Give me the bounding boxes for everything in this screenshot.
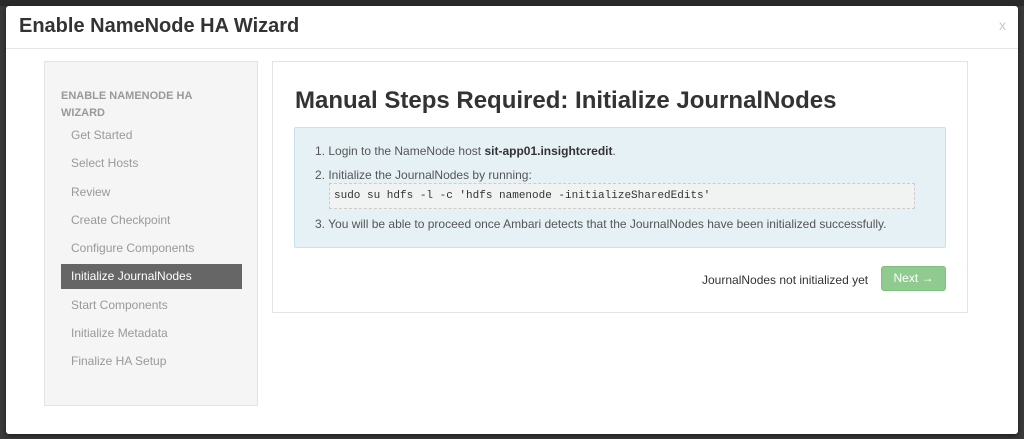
step-3-text: 3. You will be able to proceed once Amba… xyxy=(315,217,887,231)
step-1-text: 1. Login to the NameNode host sit-app01.… xyxy=(315,144,616,158)
sidebar-item-initialize-metadata[interactable]: Initialize Metadata xyxy=(61,321,242,346)
step-2-text: 2. Initialize the JournalNodes by runnin… xyxy=(315,168,532,182)
step-content-panel: Manual Steps Required: Initialize Journa… xyxy=(272,61,968,313)
modal-header: Enable NameNode HA Wizard x xyxy=(6,6,1018,49)
sidebar-item-review[interactable]: Review xyxy=(61,180,242,205)
step-1-prefix: 1. Login to the NameNode host xyxy=(315,144,485,158)
instructions-box: 1. Login to the NameNode host sit-app01.… xyxy=(294,127,946,248)
command-code-block[interactable]: sudo su hdfs -l -c 'hdfs namenode -initi… xyxy=(329,183,915,209)
sidebar-item-select-hosts[interactable]: Select Hosts xyxy=(61,151,242,176)
sidebar-item-create-checkpoint[interactable]: Create Checkpoint xyxy=(61,208,242,233)
sidebar-item-configure-components[interactable]: Configure Components xyxy=(61,236,242,261)
journalnodes-status-text: JournalNodes not initialized yet xyxy=(702,273,869,287)
sidebar-header: ENABLE NAMENODE HA WIZARD xyxy=(61,90,192,119)
wizard-modal: Enable NameNode HA Wizard x ENABLE NAMEN… xyxy=(6,6,1018,434)
step-1-suffix: . xyxy=(612,144,616,158)
modal-title: Enable NameNode HA Wizard xyxy=(19,15,300,37)
close-button[interactable]: x xyxy=(999,17,1006,33)
namenode-host: sit-app01.insightcredit xyxy=(484,144,613,158)
sidebar-item-start-components[interactable]: Start Components xyxy=(61,293,242,318)
sidebar-item-finalize-ha-setup[interactable]: Finalize HA Setup xyxy=(61,349,242,374)
page-title: Manual Steps Required: Initialize Journa… xyxy=(295,87,837,114)
sidebar-item-get-started[interactable]: Get Started xyxy=(61,123,242,148)
wizard-steps-sidebar: ENABLE NAMENODE HA WIZARD Get Started Se… xyxy=(44,61,258,406)
sidebar-item-initialize-journalnodes[interactable]: Initialize JournalNodes xyxy=(61,264,242,289)
next-button[interactable]: Next → xyxy=(881,266,946,291)
